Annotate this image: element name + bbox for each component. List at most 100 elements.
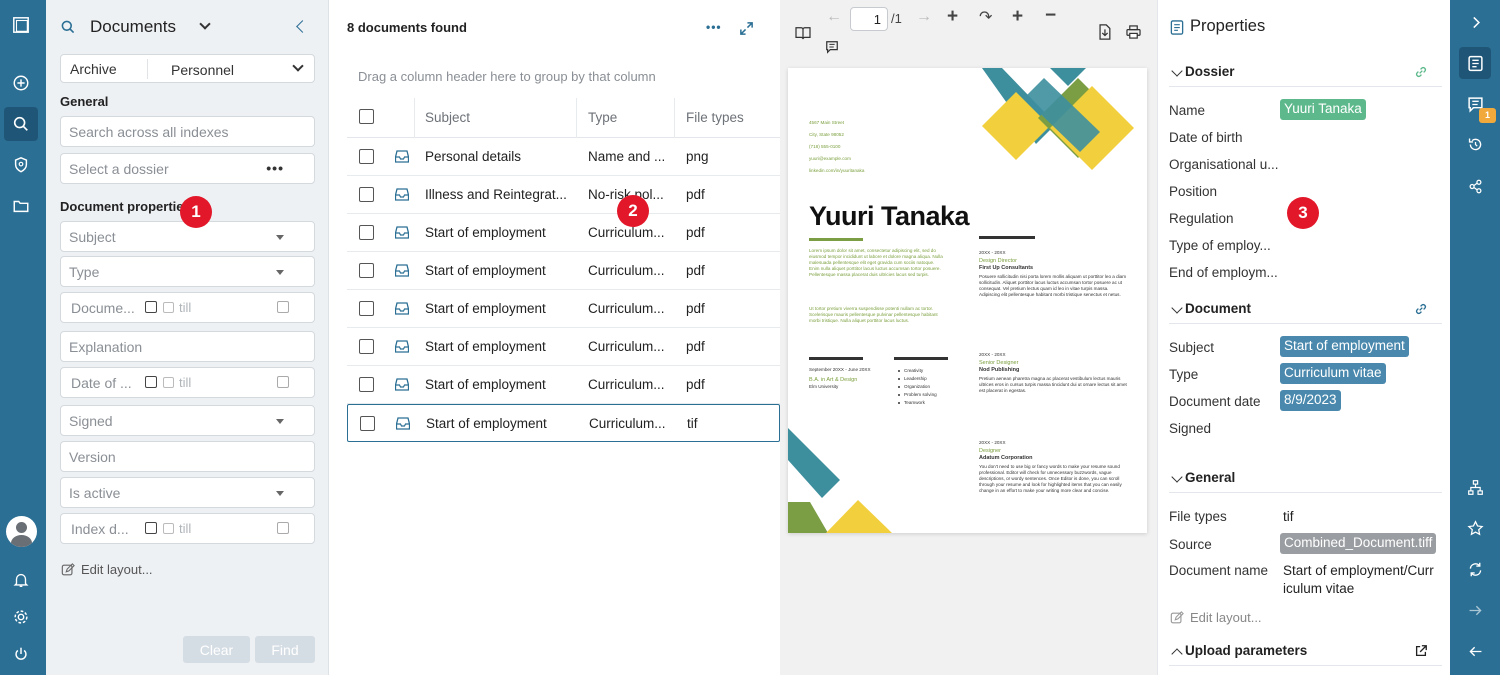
link-icon[interactable] [1414,302,1428,316]
row-checkbox[interactable] [359,263,374,278]
properties-icon[interactable] [1459,47,1491,79]
archive-select[interactable]: Archive Personnel [60,54,315,83]
prop-source-tag[interactable]: Combined_Document.tiff [1280,533,1437,554]
prop-name-label: Name [1169,103,1206,118]
search-icon[interactable] [4,107,38,141]
arrow-left-icon[interactable] [1459,635,1491,667]
table-row[interactable]: Start of employment Curriculum... pdf [347,290,780,328]
comment-icon[interactable] [825,40,839,54]
table-row[interactable]: Personal details Name and ... png [347,138,780,176]
dossier-section-header[interactable]: Dossier [1169,61,1442,87]
prop-name-tag[interactable]: Yuuri Tanaka [1280,99,1366,120]
gear-icon[interactable] [4,600,38,634]
calendar-icon[interactable] [277,376,289,388]
table-row[interactable]: Start of employment Curriculum... tif [347,404,780,442]
cv-job-company: First Up Consultants [979,265,1034,271]
row-checkbox[interactable] [359,339,374,354]
row-checkbox[interactable] [359,187,374,202]
cv-job-dates: 20XX - 20XX [979,352,1006,357]
range-checkbox[interactable] [163,302,174,313]
results-table: Subject Type File types Personal details… [347,98,780,442]
zoom-in-plus-icon[interactable]: + [947,6,958,28]
document-section-header[interactable]: Document [1169,298,1442,324]
column-header-file-types[interactable]: File types [686,110,744,125]
column-header-subject[interactable]: Subject [425,110,470,125]
is-active-select[interactable]: Is active [60,477,315,508]
explanation-input[interactable]: Explanation [60,331,315,362]
book-icon[interactable] [795,26,811,40]
more-dots-icon[interactable]: ••• [266,160,284,176]
date-of-range[interactable]: Date of ... till [60,367,315,398]
general-section-header[interactable]: General [1169,467,1442,493]
folder-icon[interactable] [4,189,38,223]
chevron-right-icon[interactable] [1459,6,1491,38]
table-row[interactable]: Start of employment Curriculum... pdf [347,366,780,404]
properties-edit-layout-link[interactable]: Edit layout... [1170,610,1262,625]
table-row[interactable]: Start of employment Curriculum... pdf [347,252,780,290]
row-checkbox[interactable] [359,225,374,240]
prop-type-tag[interactable]: Curriculum vitae [1280,363,1386,384]
sync-icon[interactable] [1459,553,1491,585]
avatar[interactable] [6,516,37,547]
row-checkbox[interactable] [359,377,374,392]
row-checkbox[interactable] [359,301,374,316]
calendar-icon[interactable] [145,376,157,388]
external-link-icon[interactable] [1414,644,1428,658]
bell-icon[interactable] [4,563,38,597]
rotate-icon[interactable]: ↷ [979,7,992,27]
calendar-icon[interactable] [145,522,157,534]
document-properties-label: Document properties [60,199,191,214]
document-date-range[interactable]: Docume... till [60,292,315,323]
row-checkbox[interactable] [360,416,375,431]
add-icon[interactable] [4,66,38,100]
column-header-type[interactable]: Type [588,110,617,125]
cv-job-dates: 20XX - 20XX [979,440,1006,445]
select-all-checkbox[interactable] [359,109,374,124]
range-checkbox[interactable] [163,523,174,534]
type-select[interactable]: Type [60,256,315,287]
version-input[interactable]: Version [60,441,315,472]
document-date-placeholder: Docume... [71,299,135,316]
range-checkbox[interactable] [163,377,174,388]
share-icon[interactable] [1459,170,1491,202]
table-row[interactable]: Illness and Reintegrat... No-risk pol... p… [347,176,780,214]
clear-button[interactable]: Clear [183,636,250,663]
history-icon[interactable] [1459,128,1491,160]
edit-layout-link[interactable]: Edit layout... [61,562,153,577]
cv-education-degree: B.A. in Art & Design [809,377,858,383]
print-icon[interactable] [1126,25,1141,39]
shield-icon[interactable] [4,148,38,182]
search-input[interactable]: Search across all indexes [60,116,315,147]
signed-select[interactable]: Signed [60,405,315,436]
add-icon[interactable]: + [1012,6,1023,28]
prop-date-tag[interactable]: 8/9/2023 [1280,390,1341,411]
dossier-select[interactable]: Select a dossier ••• [60,153,315,184]
arrow-right-icon[interactable]: → [916,8,932,26]
row-checkbox[interactable] [359,149,374,164]
hierarchy-icon[interactable] [1459,471,1491,503]
zoom-out-minus-icon[interactable]: − [1045,5,1056,27]
download-icon[interactable] [1097,24,1112,40]
bullet [898,394,900,396]
upload-parameters-section-header[interactable]: Upload parameters [1169,640,1442,666]
power-icon[interactable] [4,637,38,671]
find-button[interactable]: Find [255,636,315,663]
collapse-panel-chevron-left-icon[interactable] [296,20,309,33]
title-chevron-down-icon[interactable] [199,18,211,30]
cv-job-text: Pretium aenean pharetra magna ac placera… [979,376,1127,393]
index-date-range[interactable]: Index d... till [60,513,315,544]
prop-subject-tag[interactable]: Start of employment [1280,336,1409,357]
arrow-left-icon[interactable]: ← [826,8,842,26]
calendar-icon[interactable] [145,301,157,313]
link-icon[interactable] [1414,65,1428,79]
page-number-input[interactable]: 1 [850,7,888,31]
arrow-right-icon[interactable] [1459,594,1491,626]
calendar-icon[interactable] [277,301,289,313]
more-options-icon[interactable]: ••• [706,20,722,34]
expand-icon[interactable] [739,21,754,36]
table-row[interactable]: Start of employment Curriculum... pdf [347,214,780,252]
table-row[interactable]: Start of employment Curriculum... pdf [347,328,780,366]
star-icon[interactable] [1459,512,1491,544]
app-logo-icon[interactable] [4,8,38,42]
calendar-icon[interactable] [277,522,289,534]
